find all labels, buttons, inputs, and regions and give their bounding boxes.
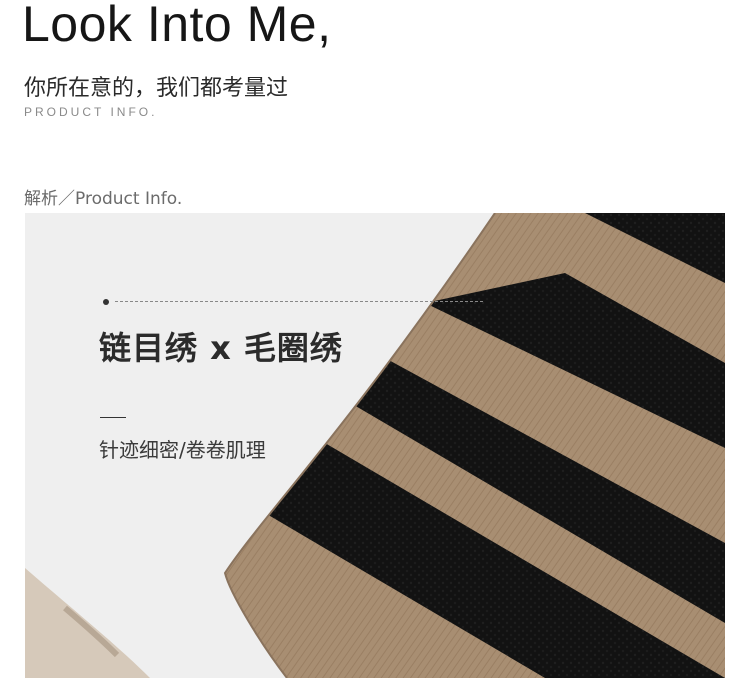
callout-dot [103,299,109,305]
callout-line [103,299,483,305]
callout-dashed-line [115,301,483,302]
subtitle-chinese: 你所在意的，我们都考量过 [24,76,289,101]
subtitle-english: PRODUCT INFO. [24,105,158,119]
short-divider [100,417,126,418]
headline: Look Into Me, [22,0,332,52]
feature-title: 链目绣 x 毛圈绣 [99,329,343,367]
feature-description: 针迹细密/卷卷肌理 [99,438,266,462]
product-photo: 链目绣 x 毛圈绣 针迹细密/卷卷肌理 [25,213,725,678]
second-pillow-corner [25,568,150,678]
section-label: 解析／Product Info. [24,189,183,209]
